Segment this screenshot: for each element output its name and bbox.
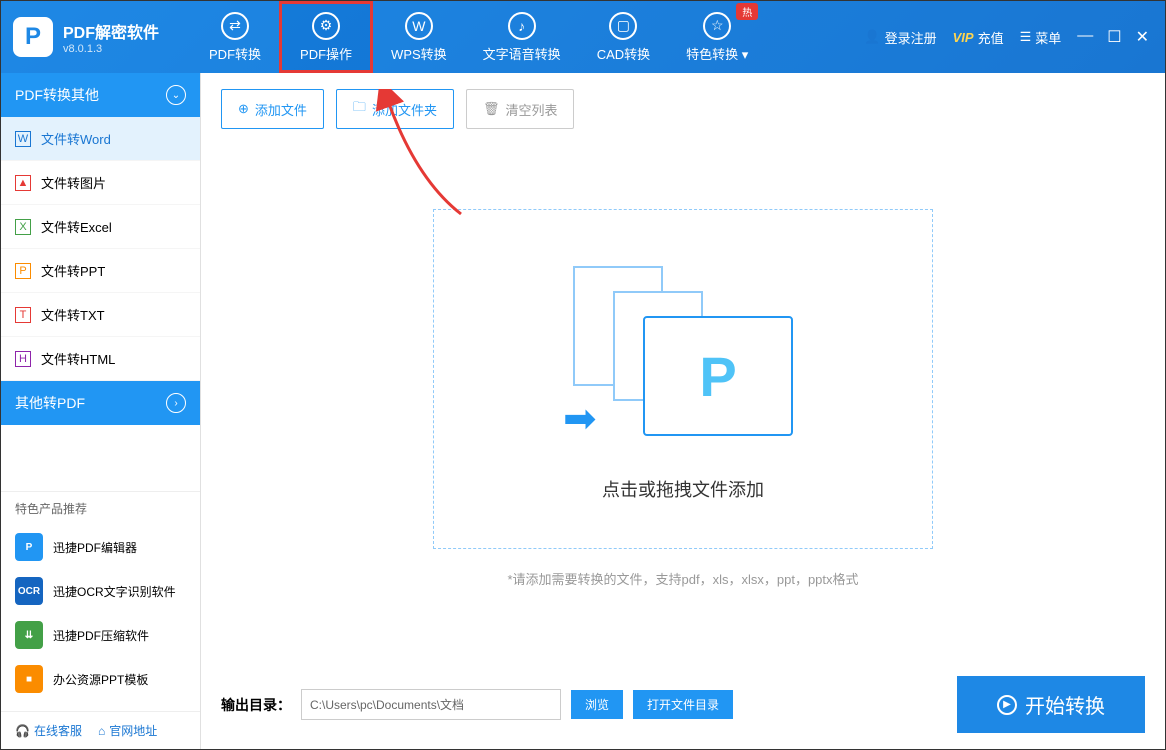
home-icon: ⌂	[98, 724, 105, 738]
promo-section: 特色产品推荐 P 迅捷PDF编辑器 OCR 迅捷OCR文字识别软件 ⇊ 迅捷PD…	[1, 481, 200, 711]
sidebar-item-to-excel[interactable]: X 文件转Excel	[1, 205, 200, 249]
minimize-button[interactable]: —	[1077, 27, 1093, 47]
word-icon: W	[15, 131, 31, 147]
sidebar-section-pdf-to-other[interactable]: PDF转换其他 ⌄	[1, 73, 200, 117]
chevron-down-icon: ⌄	[166, 85, 186, 105]
txt-icon: T	[15, 307, 31, 323]
cad-icon: ▢	[609, 12, 637, 40]
app-logo-icon: P	[13, 17, 53, 57]
hot-badge: 热	[736, 3, 758, 20]
promo-title: 特色产品推荐	[1, 491, 200, 525]
toolbar: ⊕ 添加文件 🗀 添加文件夹 🗑 清空列表	[221, 89, 1145, 129]
arrow-right-icon: ➡	[563, 396, 597, 442]
wps-icon: W	[405, 12, 433, 40]
nav-tab-pdf-operate[interactable]: ⚙ PDF操作	[279, 1, 373, 73]
headset-icon: 🎧	[15, 724, 30, 738]
nav-tab-cad[interactable]: ▢ CAD转换	[579, 1, 668, 73]
audio-icon: ♪	[508, 12, 536, 40]
star-icon: ☆	[703, 12, 731, 40]
promo-ocr[interactable]: OCR 迅捷OCR文字识别软件	[1, 569, 200, 613]
sidebar-item-to-ppt[interactable]: P 文件转PPT	[1, 249, 200, 293]
sidebar-item-to-txt[interactable]: T 文件转TXT	[1, 293, 200, 337]
play-icon: ▶	[997, 695, 1017, 715]
convert-icon: ⇄	[221, 12, 249, 40]
nav-tabs: ⇄ PDF转换 ⚙ PDF操作 W WPS转换 ♪ 文字语音转换 ▢ CAD转换…	[191, 1, 766, 73]
template-icon: ■	[15, 665, 43, 693]
sidebar-item-to-image[interactable]: ▲ 文件转图片	[1, 161, 200, 205]
clear-list-button[interactable]: 🗑 清空列表	[466, 89, 575, 129]
customer-service-link[interactable]: 🎧 在线客服	[15, 722, 82, 739]
add-file-button[interactable]: ⊕ 添加文件	[221, 89, 324, 129]
nav-tab-special[interactable]: 热 ☆ 特色转换 ▾	[668, 1, 766, 73]
browse-button[interactable]: 浏览	[571, 690, 623, 719]
add-folder-button[interactable]: 🗀 添加文件夹	[336, 89, 454, 129]
menu-button[interactable]: ☰ 菜单	[1020, 28, 1062, 47]
excel-icon: X	[15, 219, 31, 235]
nav-tab-pdf-convert[interactable]: ⇄ PDF转换	[191, 1, 279, 73]
chevron-right-icon: ›	[166, 393, 186, 413]
trash-icon: 🗑	[483, 101, 500, 117]
ocr-icon: OCR	[15, 577, 43, 605]
sidebar: PDF转换其他 ⌄ W 文件转Word ▲ 文件转图片 X 文件转Excel P…	[1, 73, 201, 749]
app-version: v8.0.1.3	[63, 43, 159, 55]
html-icon: H	[15, 351, 31, 367]
promo-compress[interactable]: ⇊ 迅捷PDF压缩软件	[1, 613, 200, 657]
main-area: ⊕ 添加文件 🗀 添加文件夹 🗑 清空列表 P ➡ 点击或	[201, 73, 1165, 749]
header-right: 👤 登录注册 VIP充值 ☰ 菜单 — ☐ ✕	[864, 27, 1165, 47]
sidebar-section-other-to-pdf[interactable]: 其他转PDF ›	[1, 381, 200, 425]
sidebar-item-to-html[interactable]: H 文件转HTML	[1, 337, 200, 381]
start-convert-button[interactable]: ▶ 开始转换	[957, 676, 1145, 733]
drop-zone[interactable]: P ➡ 点击或拖拽文件添加	[433, 209, 933, 549]
logo-area: P PDF解密软件 v8.0.1.3	[1, 17, 171, 57]
user-icon: 👤	[864, 29, 880, 45]
app-name: PDF解密软件	[63, 19, 159, 43]
file-plus-icon: ⊕	[238, 101, 249, 117]
bottom-bar: 输出目录： C:\Users\pc\Documents\文档 浏览 打开文件目录…	[221, 660, 1145, 733]
pdf-editor-icon: P	[15, 533, 43, 561]
ppt-icon: P	[15, 263, 31, 279]
menu-icon: ☰	[1020, 29, 1032, 45]
compress-icon: ⇊	[15, 621, 43, 649]
format-hint: *请添加需要转换的文件，支持pdf，xls，xlsx，ppt，pptx格式	[221, 569, 1145, 588]
drop-illustration: P ➡	[563, 256, 803, 456]
maximize-button[interactable]: ☐	[1107, 27, 1121, 47]
nav-tab-audio[interactable]: ♪ 文字语音转换	[465, 1, 579, 73]
gear-icon: ⚙	[312, 12, 340, 40]
login-button[interactable]: 👤 登录注册	[864, 28, 936, 47]
drop-text: 点击或拖拽文件添加	[602, 476, 764, 502]
output-label: 输出目录：	[221, 695, 291, 715]
header-bar: P PDF解密软件 v8.0.1.3 ⇄ PDF转换 ⚙ PDF操作 W WPS…	[1, 1, 1165, 73]
sidebar-item-to-word[interactable]: W 文件转Word	[1, 117, 200, 161]
open-dir-button[interactable]: 打开文件目录	[633, 690, 733, 719]
nav-tab-wps[interactable]: W WPS转换	[373, 1, 465, 73]
close-button[interactable]: ✕	[1136, 27, 1149, 47]
promo-ppt-template[interactable]: ■ 办公资源PPT模板	[1, 657, 200, 701]
vip-button[interactable]: VIP充值	[953, 28, 1004, 47]
folder-plus-icon: 🗀	[353, 98, 366, 120]
image-icon: ▲	[15, 175, 31, 191]
output-path-field[interactable]: C:\Users\pc\Documents\文档	[301, 689, 561, 720]
promo-pdf-editor[interactable]: P 迅捷PDF编辑器	[1, 525, 200, 569]
official-site-link[interactable]: ⌂ 官网地址	[98, 722, 157, 739]
